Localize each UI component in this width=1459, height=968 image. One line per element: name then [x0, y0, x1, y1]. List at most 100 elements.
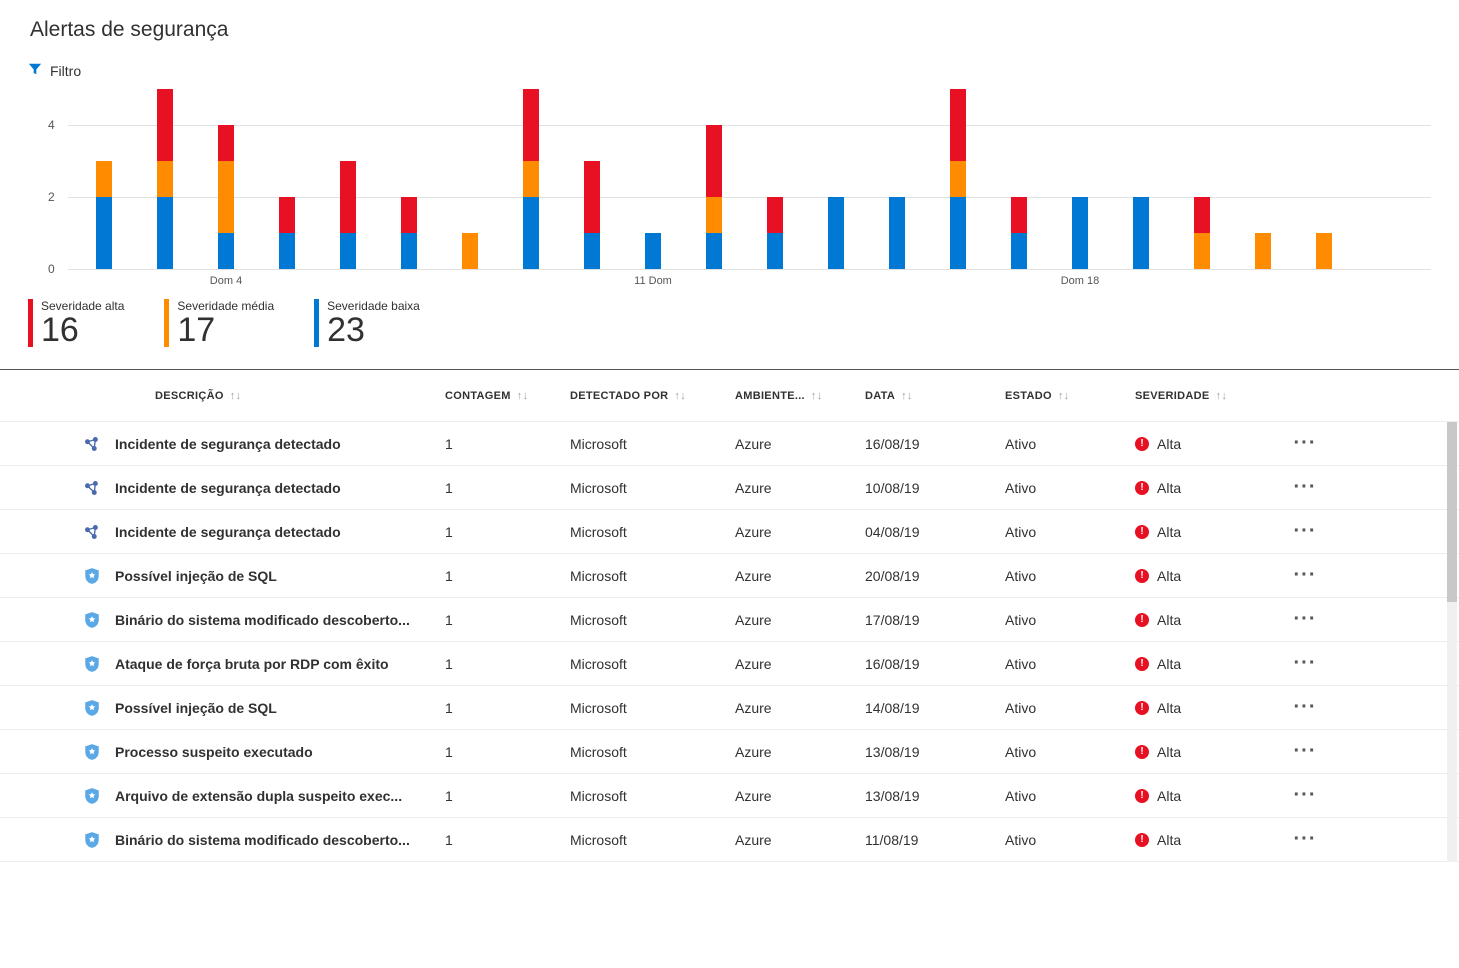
scrollbar[interactable] — [1447, 422, 1457, 862]
chart-bar[interactable] — [1316, 233, 1332, 269]
cell-state: Ativo — [1005, 788, 1135, 804]
chart-bar[interactable] — [889, 197, 905, 269]
severity-total-value: 17 — [177, 313, 274, 347]
col-header-date[interactable]: DATA ↑↓ — [865, 390, 1005, 402]
page-title: Alertas de segurança — [30, 18, 1459, 42]
row-more-button[interactable]: ··· — [1275, 652, 1335, 675]
filter-icon — [28, 62, 42, 79]
chart-bar[interactable] — [828, 197, 844, 269]
cell-desc: Incidente de segurança detectado — [115, 524, 445, 540]
cell-date: 10/08/19 — [865, 480, 1005, 496]
col-header-state[interactable]: ESTADO ↑↓ — [1005, 390, 1135, 402]
col-header-detected[interactable]: DETECTADO POR ↑↓ — [570, 390, 735, 402]
cell-sev: !Alta — [1135, 744, 1275, 760]
col-header-desc[interactable]: DESCRIÇÃO ↑↓ — [115, 390, 445, 402]
col-header-count[interactable]: CONTAGEM ↑↓ — [445, 390, 570, 402]
chart-bar[interactable] — [401, 197, 417, 269]
chart-bar[interactable] — [1072, 197, 1088, 269]
chart-bar[interactable] — [96, 161, 112, 269]
cell-count: 1 — [445, 436, 570, 452]
col-header-state-label: ESTADO — [1005, 390, 1052, 402]
cell-env: Azure — [735, 744, 865, 760]
col-header-date-label: DATA — [865, 390, 895, 402]
cell-sev: !Alta — [1135, 656, 1275, 672]
chart-bar[interactable] — [706, 125, 722, 269]
severity-color-bar — [164, 299, 169, 347]
cell-count: 1 — [445, 656, 570, 672]
col-header-sev[interactable]: SEVERIDADE ↑↓ — [1135, 390, 1275, 402]
severity-badge-icon: ! — [1135, 437, 1149, 451]
col-header-env[interactable]: AMBIENTE... ↑↓ — [735, 390, 865, 402]
cell-sev: !Alta — [1135, 436, 1275, 452]
cell-desc: Binário do sistema modificado descoberto… — [115, 612, 445, 628]
cell-state: Ativo — [1005, 480, 1135, 496]
severity-badge-icon: ! — [1135, 833, 1149, 847]
y-tick: 2 — [48, 190, 55, 204]
chart-bar[interactable] — [1011, 197, 1027, 269]
table-row[interactable]: Possível injeção de SQL1MicrosoftAzure20… — [0, 554, 1459, 598]
table-row[interactable]: Ataque de força bruta por RDP com êxito1… — [0, 642, 1459, 686]
col-header-count-label: CONTAGEM — [445, 390, 511, 402]
table-row[interactable]: Possível injeção de SQL1MicrosoftAzure14… — [0, 686, 1459, 730]
table-row[interactable]: Processo suspeito executado1MicrosoftAzu… — [0, 730, 1459, 774]
cell-date: 13/08/19 — [865, 744, 1005, 760]
row-icon — [0, 611, 115, 629]
sort-icon: ↑↓ — [1058, 390, 1070, 402]
severity-total-value: 23 — [327, 313, 420, 347]
cell-detected: Microsoft — [570, 788, 735, 804]
cell-detected: Microsoft — [570, 656, 735, 672]
row-more-button[interactable]: ··· — [1275, 520, 1335, 543]
row-more-button[interactable]: ··· — [1275, 740, 1335, 763]
row-more-button[interactable]: ··· — [1275, 696, 1335, 719]
chart-bar[interactable] — [767, 197, 783, 269]
chart-bar[interactable] — [218, 125, 234, 269]
severity-total[interactable]: Severidade alta16 — [28, 299, 124, 347]
row-icon — [0, 787, 115, 805]
x-tick: Dom 18 — [1061, 275, 1100, 287]
row-more-button[interactable]: ··· — [1275, 564, 1335, 587]
cell-detected: Microsoft — [570, 832, 735, 848]
sort-icon: ↑↓ — [901, 390, 913, 402]
cell-count: 1 — [445, 832, 570, 848]
cell-state: Ativo — [1005, 524, 1135, 540]
row-icon — [0, 655, 115, 673]
chart-bar[interactable] — [340, 161, 356, 269]
row-more-button[interactable]: ··· — [1275, 784, 1335, 807]
severity-total[interactable]: Severidade média17 — [164, 299, 274, 347]
table-row[interactable]: Incidente de segurança detectado1Microso… — [0, 422, 1459, 466]
severity-total[interactable]: Severidade baixa23 — [314, 299, 420, 347]
cell-sev: !Alta — [1135, 524, 1275, 540]
filter-label: Filtro — [50, 63, 81, 79]
chart-bar[interactable] — [1194, 197, 1210, 269]
chart-bar[interactable] — [584, 161, 600, 269]
cell-env: Azure — [735, 700, 865, 716]
chart-bar[interactable] — [1133, 197, 1149, 269]
y-tick: 4 — [48, 118, 55, 132]
severity-badge-icon: ! — [1135, 789, 1149, 803]
chart-bar[interactable] — [950, 89, 966, 269]
table-row[interactable]: Incidente de segurança detectado1Microso… — [0, 466, 1459, 510]
table-row[interactable]: Binário do sistema modificado descoberto… — [0, 598, 1459, 642]
row-more-button[interactable]: ··· — [1275, 828, 1335, 851]
cell-date: 14/08/19 — [865, 700, 1005, 716]
scrollbar-thumb[interactable] — [1447, 422, 1457, 602]
chart-bar[interactable] — [279, 197, 295, 269]
row-more-button[interactable]: ··· — [1275, 608, 1335, 631]
chart-bar[interactable] — [523, 89, 539, 269]
severity-totals: Severidade alta16 Severidade média17 Sever… — [28, 299, 1459, 347]
table-row[interactable]: Arquivo de extensão dupla suspeito exec.… — [0, 774, 1459, 818]
row-more-button[interactable]: ··· — [1275, 432, 1335, 455]
chart-bar[interactable] — [462, 233, 478, 269]
chart-bar[interactable] — [1255, 233, 1271, 269]
chart-bar[interactable] — [157, 89, 173, 269]
table-row[interactable]: Binário do sistema modificado descoberto… — [0, 818, 1459, 862]
cell-sev: !Alta — [1135, 568, 1275, 584]
chart-bar[interactable] — [645, 233, 661, 269]
table-row[interactable]: Incidente de segurança detectado1Microso… — [0, 510, 1459, 554]
row-icon — [0, 743, 115, 761]
filter-button[interactable]: Filtro — [28, 62, 1459, 79]
cell-env: Azure — [735, 788, 865, 804]
row-more-button[interactable]: ··· — [1275, 476, 1335, 499]
cell-count: 1 — [445, 524, 570, 540]
cell-count: 1 — [445, 568, 570, 584]
